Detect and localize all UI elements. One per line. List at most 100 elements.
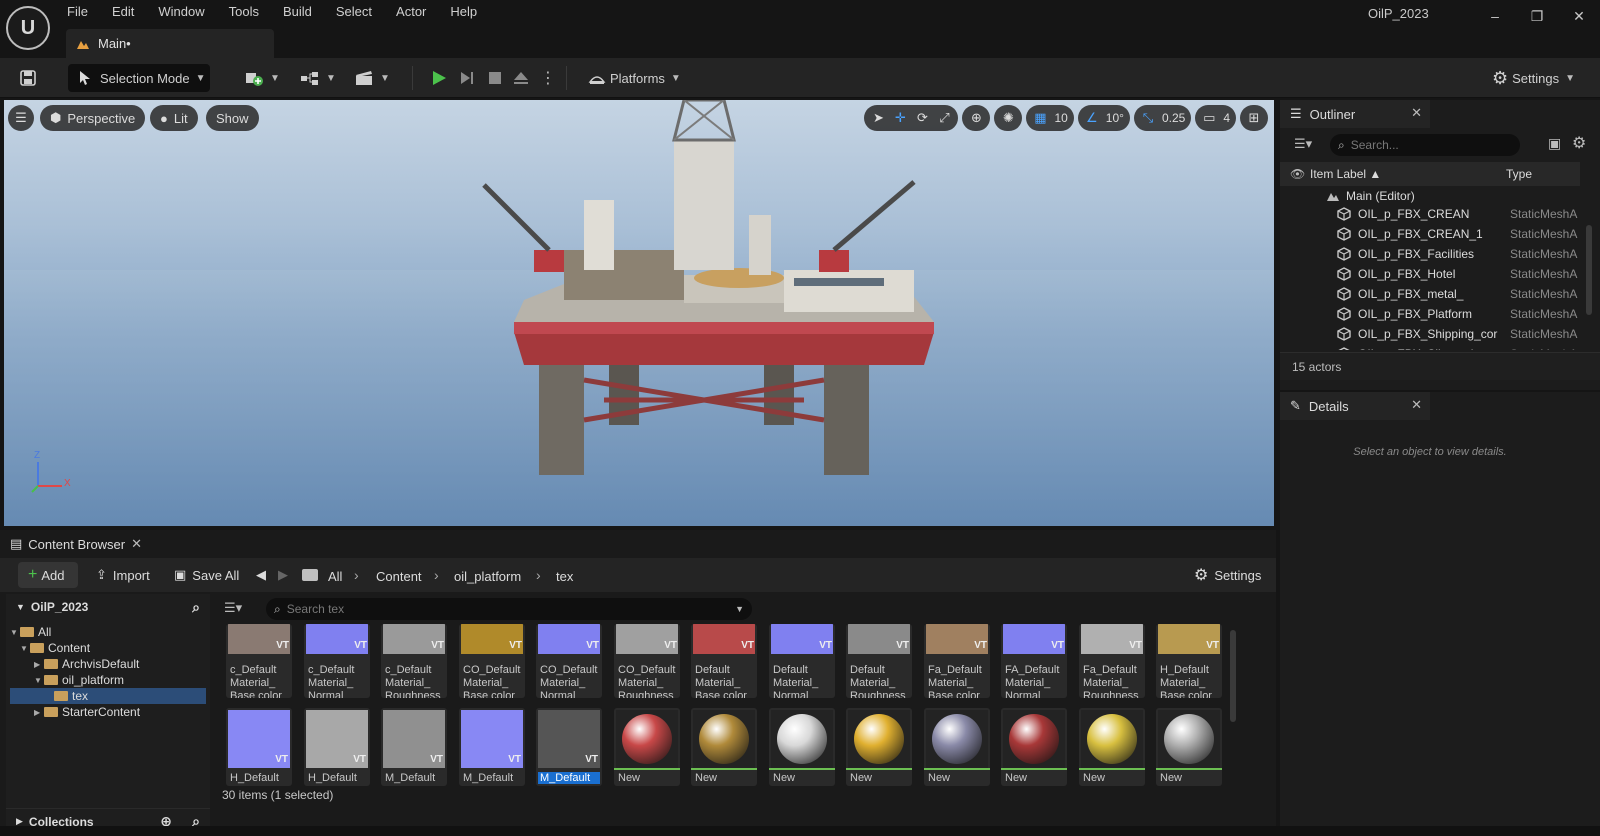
viewport-menu-button[interactable]: ☰ bbox=[8, 105, 34, 131]
grid-snap-group[interactable]: ▦ 10 bbox=[1026, 105, 1074, 131]
advance-frame-button[interactable] bbox=[458, 64, 480, 92]
rotation-snap-group[interactable]: ∠ 10° bbox=[1077, 105, 1130, 131]
texture-asset-tile[interactable]: VT c_Default Material_ Base color bbox=[226, 624, 292, 698]
tree-item-content[interactable]: ▼ Content bbox=[10, 640, 206, 656]
column-item-label[interactable]: Item Label ▲ bbox=[1310, 167, 1381, 181]
outliner-root-row[interactable]: Main (Editor) bbox=[1280, 188, 1580, 204]
outliner-scrollbar[interactable] bbox=[1586, 225, 1592, 315]
filter-icon[interactable]: ☰▾ bbox=[224, 600, 242, 616]
close-icon[interactable]: ✕ bbox=[131, 536, 142, 552]
texture-asset-tile[interactable]: VT M_Default bbox=[381, 708, 447, 786]
select-mode-icon[interactable]: ➤ bbox=[870, 110, 886, 126]
tree-root-header[interactable]: ▼ OilP_2023 ⌕ bbox=[6, 594, 210, 620]
column-type[interactable]: Type bbox=[1506, 167, 1532, 181]
outliner-row[interactable]: OIL_p_FBX_CREAN StaticMeshA bbox=[1280, 204, 1580, 224]
gear-icon[interactable]: ⚙ bbox=[1572, 133, 1586, 153]
content-browser-tab[interactable]: ▤ Content Browser ✕ bbox=[4, 532, 154, 556]
settings-dropdown[interactable]: ⚙ Settings ▼ bbox=[1492, 64, 1588, 92]
material-asset-tile[interactable]: New bbox=[614, 708, 680, 786]
close-icon[interactable]: ✕ bbox=[1411, 105, 1422, 121]
material-asset-tile[interactable]: New bbox=[1079, 708, 1145, 786]
filter-icon[interactable]: ☰▾ bbox=[1294, 136, 1312, 152]
outliner-row[interactable]: OIL_p_FBX_Facilities StaticMeshA bbox=[1280, 244, 1580, 264]
breadcrumb-all[interactable]: All bbox=[328, 569, 342, 584]
texture-asset-tile[interactable]: VT Fa_Default Material_ Base color bbox=[924, 624, 990, 698]
surface-snap-icon[interactable]: ✺ bbox=[1000, 110, 1016, 126]
menu-edit[interactable]: Edit bbox=[105, 2, 151, 24]
cinematics-button[interactable]: ▼ bbox=[354, 64, 390, 92]
add-folder-icon[interactable]: ▣ bbox=[1548, 135, 1561, 152]
texture-asset-tile[interactable]: VT CO_Default Material_ Roughness bbox=[614, 624, 680, 698]
outliner-row[interactable]: OIL_p_FBX_CREAN_1 StaticMeshA bbox=[1280, 224, 1580, 244]
show-button[interactable]: Show bbox=[206, 105, 259, 131]
material-asset-tile[interactable]: New bbox=[1156, 708, 1222, 786]
texture-asset-tile[interactable]: VT H_Default bbox=[304, 708, 370, 786]
breadcrumb-content[interactable]: Content bbox=[376, 569, 422, 584]
menu-window[interactable]: Window bbox=[151, 2, 221, 24]
stop-button[interactable] bbox=[486, 64, 508, 92]
texture-asset-tile[interactable]: VT M_Default bbox=[536, 708, 602, 786]
perspective-button[interactable]: ⬢ Perspective bbox=[40, 105, 146, 131]
scale-snap-group[interactable]: ⤡ 0.25 bbox=[1133, 105, 1192, 131]
search-icon[interactable]: ⌕ bbox=[192, 599, 200, 616]
texture-asset-tile[interactable]: VT H_Default Material_ Base color bbox=[1156, 624, 1222, 698]
texture-asset-tile[interactable]: VT Default Material_ Normal bbox=[769, 624, 835, 698]
add-button[interactable]: + Add bbox=[18, 562, 78, 588]
texture-asset-tile[interactable]: VT Fa_Default Material_ Roughness bbox=[1079, 624, 1145, 698]
selection-mode-dropdown[interactable]: Selection Mode ▼ bbox=[68, 64, 210, 92]
scale-icon[interactable]: ⤢ bbox=[936, 110, 952, 126]
outliner-search-input[interactable]: ⌕ Search... bbox=[1330, 134, 1520, 156]
view-mode-lit-button[interactable]: ● Lit bbox=[150, 105, 198, 131]
material-asset-tile[interactable]: New bbox=[846, 708, 912, 786]
menu-tools[interactable]: Tools bbox=[222, 2, 276, 24]
restore-button[interactable]: ❐ bbox=[1522, 4, 1552, 28]
blueprint-button[interactable]: ▼ bbox=[300, 64, 336, 92]
menu-file[interactable]: File bbox=[60, 2, 105, 24]
level-tab-main[interactable]: Main• bbox=[66, 29, 274, 58]
outliner-tab[interactable]: ☰ Outliner ✕ bbox=[1280, 100, 1430, 128]
unreal-logo-icon[interactable]: U bbox=[6, 6, 50, 50]
content-search-input[interactable]: ⌕ Search tex ▼ bbox=[266, 598, 752, 620]
outliner-row[interactable]: OIL_p_FBX_Shipping_cor StaticMeshA bbox=[1280, 324, 1580, 344]
folder-icon[interactable] bbox=[302, 562, 318, 588]
texture-asset-tile[interactable]: VT c_Default Material_ Roughness bbox=[381, 624, 447, 698]
outliner-row[interactable]: OIL_p_FBX_metal_ StaticMeshA bbox=[1280, 284, 1580, 304]
close-icon[interactable]: ✕ bbox=[1411, 397, 1422, 413]
tree-item-oil-platform[interactable]: ▼ oil_platform bbox=[10, 672, 206, 688]
tree-item-all[interactable]: ▼ All bbox=[10, 624, 206, 640]
breadcrumb-oil-platform[interactable]: oil_platform bbox=[454, 569, 521, 584]
material-asset-tile[interactable]: New bbox=[691, 708, 757, 786]
world-space-icon[interactable]: ⊕ bbox=[968, 110, 984, 126]
texture-asset-tile[interactable]: VT CO_Default Material_ Normal bbox=[536, 624, 602, 698]
translate-icon[interactable]: ✛ bbox=[892, 110, 908, 126]
breadcrumb-tex[interactable]: tex bbox=[556, 569, 573, 584]
menu-help[interactable]: Help bbox=[443, 2, 494, 24]
eject-button[interactable] bbox=[512, 64, 534, 92]
visibility-eye-icon[interactable]: 👁 bbox=[1290, 167, 1305, 181]
layout-group[interactable]: ⊞ bbox=[1240, 105, 1268, 131]
camera-speed-group[interactable]: ▭ 4 bbox=[1195, 105, 1236, 131]
menu-select[interactable]: Select bbox=[329, 2, 389, 24]
menu-build[interactable]: Build bbox=[276, 2, 329, 24]
texture-asset-tile[interactable]: VT H_Default bbox=[226, 708, 292, 786]
rotate-icon[interactable]: ⟳ bbox=[914, 110, 930, 126]
cb-settings-button[interactable]: ⚙ Settings bbox=[1194, 562, 1261, 588]
outliner-row[interactable]: OIL_p_FBX_Silver_pipe StaticMeshA bbox=[1280, 344, 1580, 350]
outliner-row[interactable]: OIL_p_FBX_Platform StaticMeshA bbox=[1280, 304, 1580, 324]
details-tab[interactable]: ✎ Details ✕ bbox=[1280, 392, 1430, 420]
material-asset-tile[interactable]: New bbox=[769, 708, 835, 786]
play-button[interactable] bbox=[430, 64, 452, 92]
menu-actor[interactable]: Actor bbox=[389, 2, 443, 24]
texture-asset-tile[interactable]: VT CO_Default Material_ Base color bbox=[459, 624, 525, 698]
texture-asset-tile[interactable]: VT Default Material_ Roughness bbox=[846, 624, 912, 698]
material-asset-tile[interactable]: New bbox=[1001, 708, 1067, 786]
texture-asset-tile[interactable]: VT M_Default bbox=[459, 708, 525, 786]
play-options-button[interactable]: ⋮ bbox=[540, 64, 556, 92]
texture-asset-tile[interactable]: VT FA_Default Material_ Normal bbox=[1001, 624, 1067, 698]
tree-item-tex[interactable]: tex bbox=[10, 688, 206, 704]
texture-asset-tile[interactable]: VT c_Default Material_ Normal bbox=[304, 624, 370, 698]
platforms-dropdown[interactable]: Platforms ▼ bbox=[588, 64, 688, 92]
asset-grid-scrollbar[interactable] bbox=[1230, 630, 1236, 722]
material-asset-tile[interactable]: New bbox=[924, 708, 990, 786]
save-icon[interactable] bbox=[14, 64, 42, 92]
